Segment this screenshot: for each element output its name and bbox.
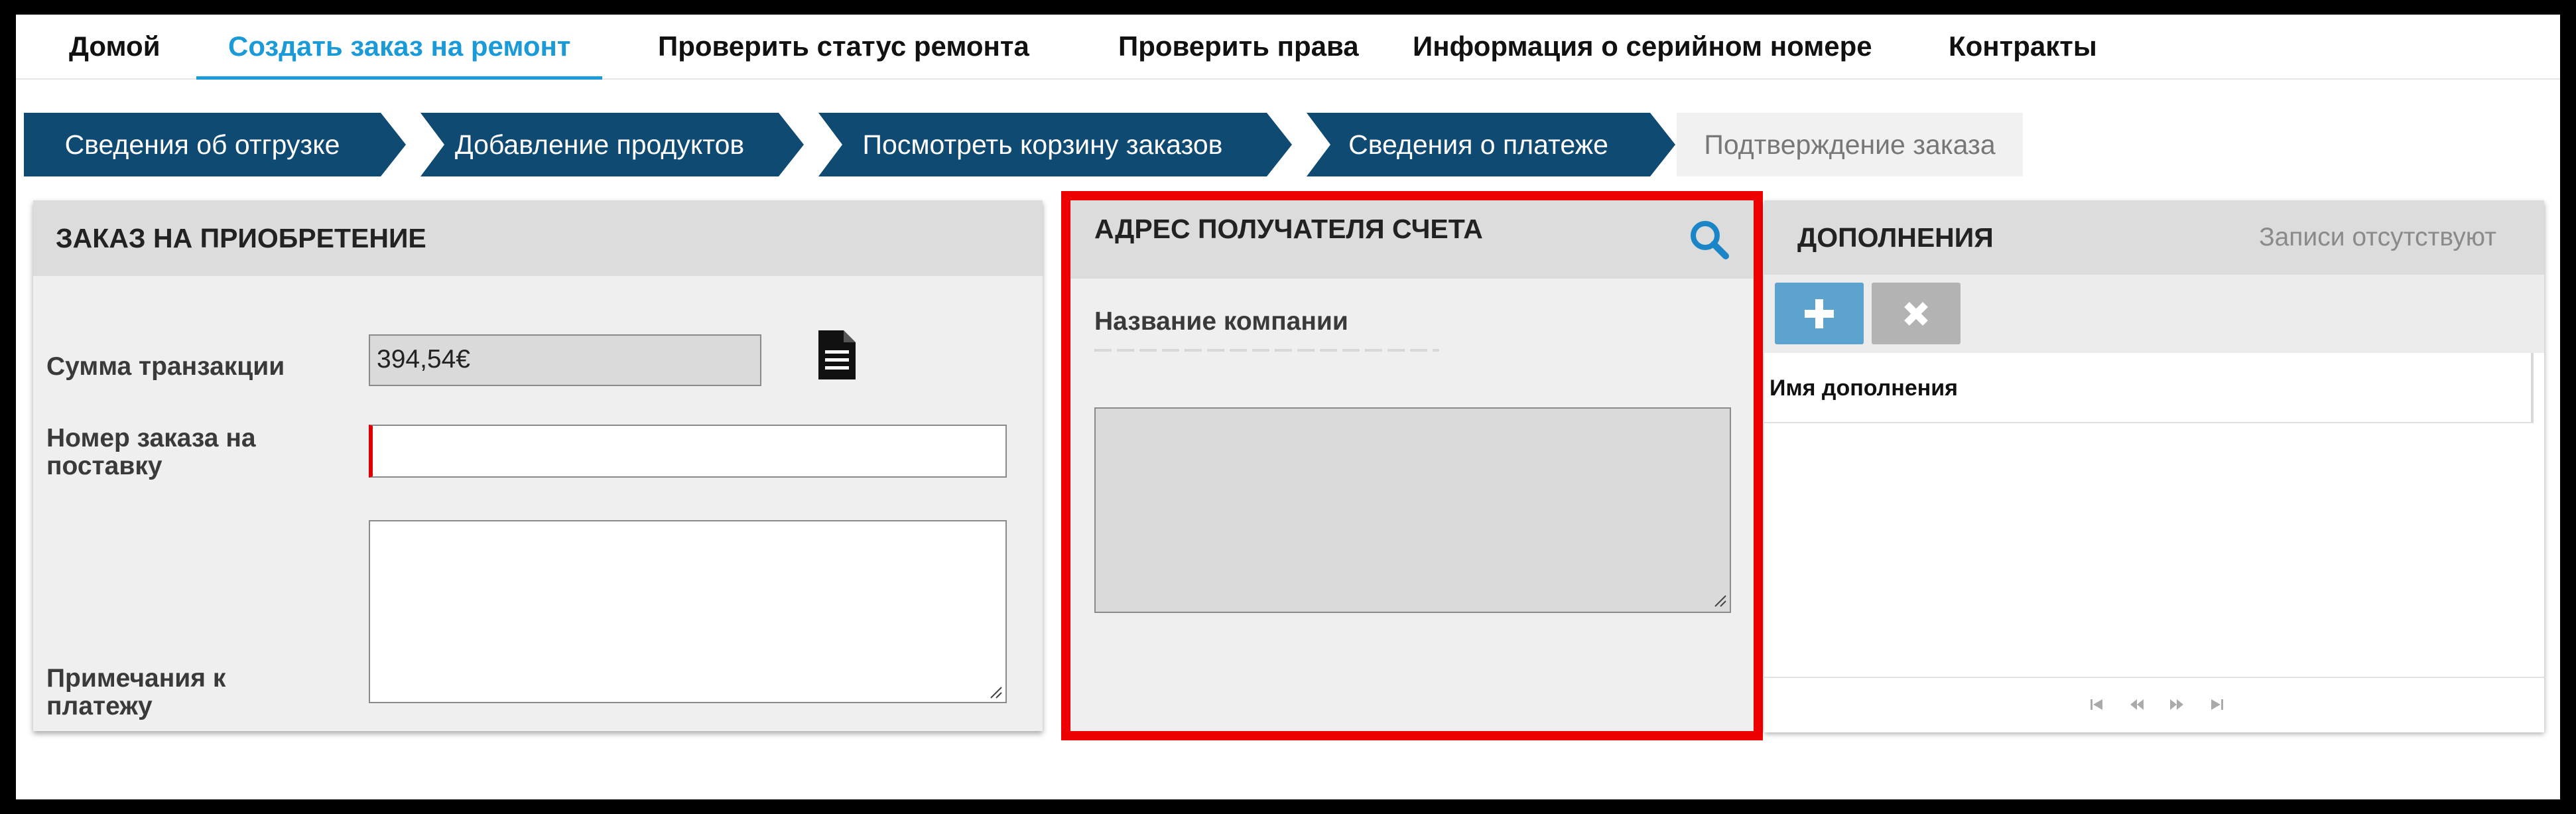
billing-address-textarea[interactable] xyxy=(1094,407,1731,613)
payment-notes-label: Примечания к платежу xyxy=(46,664,226,720)
addons-table-header: Имя дополнения xyxy=(1764,353,2534,423)
transaction-amount-value: 394,54€ xyxy=(377,345,470,373)
app-screen: Домой Создать заказ на ремонт Проверить … xyxy=(16,15,2560,799)
nav-create-repair-order[interactable]: Создать заказ на ремонт xyxy=(196,15,603,80)
step-shipping-info[interactable]: Сведения об отгрузке xyxy=(24,113,381,176)
next-page-icon[interactable] xyxy=(2169,697,2185,712)
nav-contracts[interactable]: Контракты xyxy=(1917,15,2129,78)
purchase-order-panel: ЗАКАЗ НА ПРИОБРЕТЕНИЕ Сумма транзакции 3… xyxy=(33,200,1043,731)
addons-empty-text: Записи отсутствуют xyxy=(2259,223,2496,251)
step-arrow xyxy=(381,113,406,176)
company-name-value xyxy=(1094,349,1439,352)
billing-address-panel: АДРЕС ПОЛУЧАТЕЛЯ СЧЕТА Название компании xyxy=(1061,191,1763,740)
last-page-icon[interactable] xyxy=(2209,697,2224,712)
company-name-label: Название компании xyxy=(1094,307,1348,336)
close-icon xyxy=(1904,301,1928,326)
billing-address-title: АДРЕС ПОЛУЧАТЕЛЯ СЧЕТА xyxy=(1070,200,1754,279)
search-icon[interactable] xyxy=(1689,219,1730,260)
nav-check-entitlement[interactable]: Проверить права xyxy=(1086,15,1391,78)
plus-icon xyxy=(1805,299,1834,328)
addons-toolbar xyxy=(1764,275,2544,353)
nav-check-repair-status[interactable]: Проверить статус ремонта xyxy=(626,15,1061,78)
transaction-amount-field: 394,54€ xyxy=(369,334,761,386)
transaction-amount-label: Сумма транзакции xyxy=(46,352,285,381)
payment-notes-textarea[interactable] xyxy=(369,520,1007,703)
order-number-input[interactable] xyxy=(369,425,1007,478)
add-addon-button[interactable] xyxy=(1775,283,1864,344)
prev-page-icon[interactable] xyxy=(2129,697,2145,712)
step-payment-info[interactable]: Сведения о платеже xyxy=(1307,113,1650,176)
nav-home[interactable]: Домой xyxy=(37,15,192,78)
addons-panel: ДОПОЛНЕНИЯ Записи отсутствуют Имя дополн… xyxy=(1764,200,2544,732)
remove-addon-button[interactable] xyxy=(1872,283,1961,344)
purchase-order-title: ЗАКАЗ НА ПРИОБРЕТЕНИЕ xyxy=(33,200,1043,276)
order-number-label: Номер заказа на поставку xyxy=(46,424,256,480)
first-page-icon[interactable] xyxy=(2089,697,2105,712)
resize-handle-icon[interactable] xyxy=(988,685,1003,699)
step-arrow xyxy=(779,113,804,176)
step-view-cart[interactable]: Посмотреть корзину заказов xyxy=(818,113,1267,176)
step-arrow xyxy=(1650,113,1675,176)
step-add-products[interactable]: Добавление продуктов xyxy=(420,113,779,176)
addon-name-column-header[interactable]: Имя дополнения xyxy=(1770,353,1958,423)
resize-handle-icon[interactable] xyxy=(1712,593,1727,608)
document-icon[interactable] xyxy=(818,330,856,379)
top-nav: Домой Создать заказ на ремонт Проверить … xyxy=(16,15,2560,80)
step-order-confirmation[interactable]: Подтверждение заказа xyxy=(1677,113,2023,176)
step-arrow xyxy=(1267,113,1292,176)
nav-serial-number-info[interactable]: Информация о серийном номере xyxy=(1381,15,1904,78)
addons-pager xyxy=(1764,677,2544,732)
